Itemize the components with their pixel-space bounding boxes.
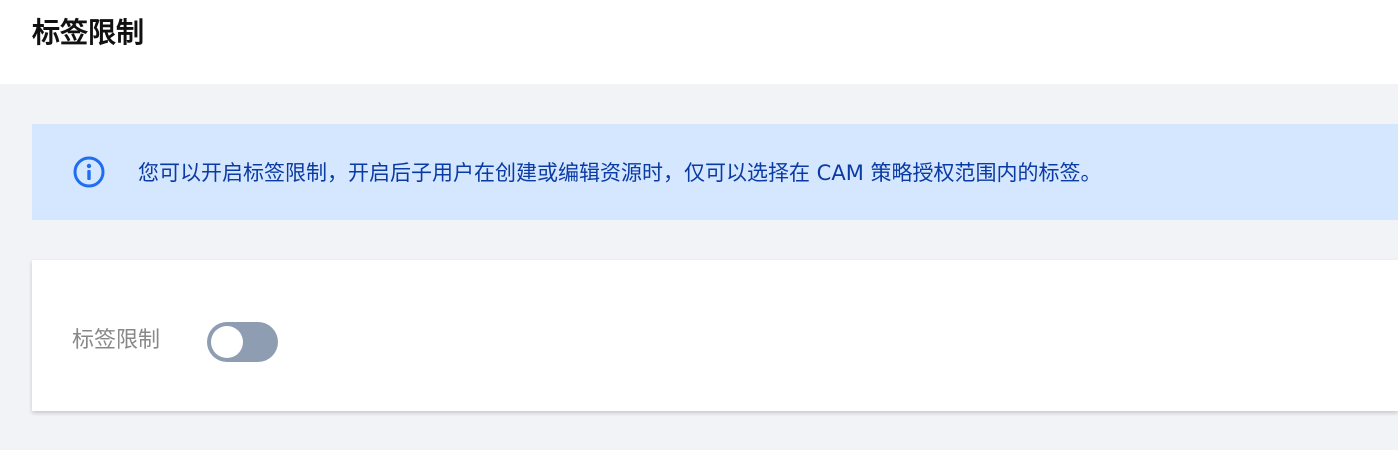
tag-limit-label: 标签限制 — [72, 328, 161, 353]
page-title: 标签限制 — [32, 16, 145, 49]
info-circle-icon — [72, 155, 106, 189]
toggle-knob — [211, 326, 243, 358]
info-banner-text: 您可以开启标签限制，开启后子用户在创建或编辑资源时，仅可以选择在 CAM 策略授… — [138, 161, 1102, 185]
page-header: 标签限制 — [0, 0, 1398, 84]
tag-limit-toggle[interactable] — [207, 322, 278, 362]
